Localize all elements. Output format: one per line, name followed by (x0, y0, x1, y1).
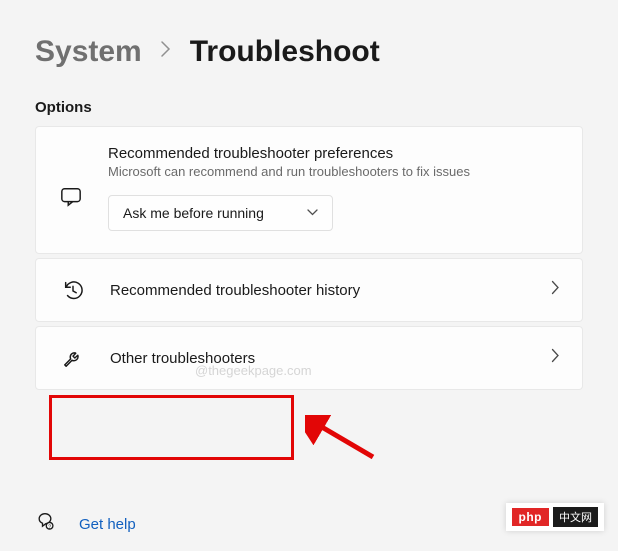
chevron-right-icon (551, 348, 560, 368)
preferences-subtitle: Microsoft can recommend and run troubles… (108, 164, 562, 179)
other-troubleshooters-card[interactable]: Other troubleshooters (35, 326, 583, 390)
annotation-arrow-icon (305, 415, 380, 470)
site-badge: php 中文网 (506, 503, 605, 531)
breadcrumb-parent[interactable]: System (35, 35, 142, 69)
chevron-right-icon (551, 280, 560, 300)
chevron-down-icon (307, 207, 318, 219)
get-help-row[interactable]: ? Get help (35, 512, 136, 537)
other-troubleshooters-label: Other troubleshooters (110, 350, 529, 367)
help-icon: ? (35, 512, 55, 537)
history-card[interactable]: Recommended troubleshooter history (35, 258, 583, 322)
php-badge-text: php (512, 508, 550, 526)
preferences-card: Recommended troubleshooter preferences M… (35, 126, 583, 254)
page-title: Troubleshoot (190, 35, 380, 69)
history-icon (58, 279, 88, 301)
breadcrumb: System Troubleshoot (35, 35, 583, 69)
history-label: Recommended troubleshooter history (110, 282, 529, 299)
preferences-title: Recommended troubleshooter preferences (108, 145, 562, 162)
dropdown-value: Ask me before running (123, 205, 264, 221)
feedback-icon (56, 145, 86, 231)
section-label-options: Options (35, 99, 583, 116)
get-help-link[interactable]: Get help (79, 516, 136, 533)
svg-text:?: ? (48, 524, 51, 530)
chevron-right-icon (160, 40, 172, 64)
badge-tail-text: 中文网 (553, 507, 598, 527)
preferences-dropdown[interactable]: Ask me before running (108, 195, 333, 231)
wrench-icon (58, 347, 88, 369)
